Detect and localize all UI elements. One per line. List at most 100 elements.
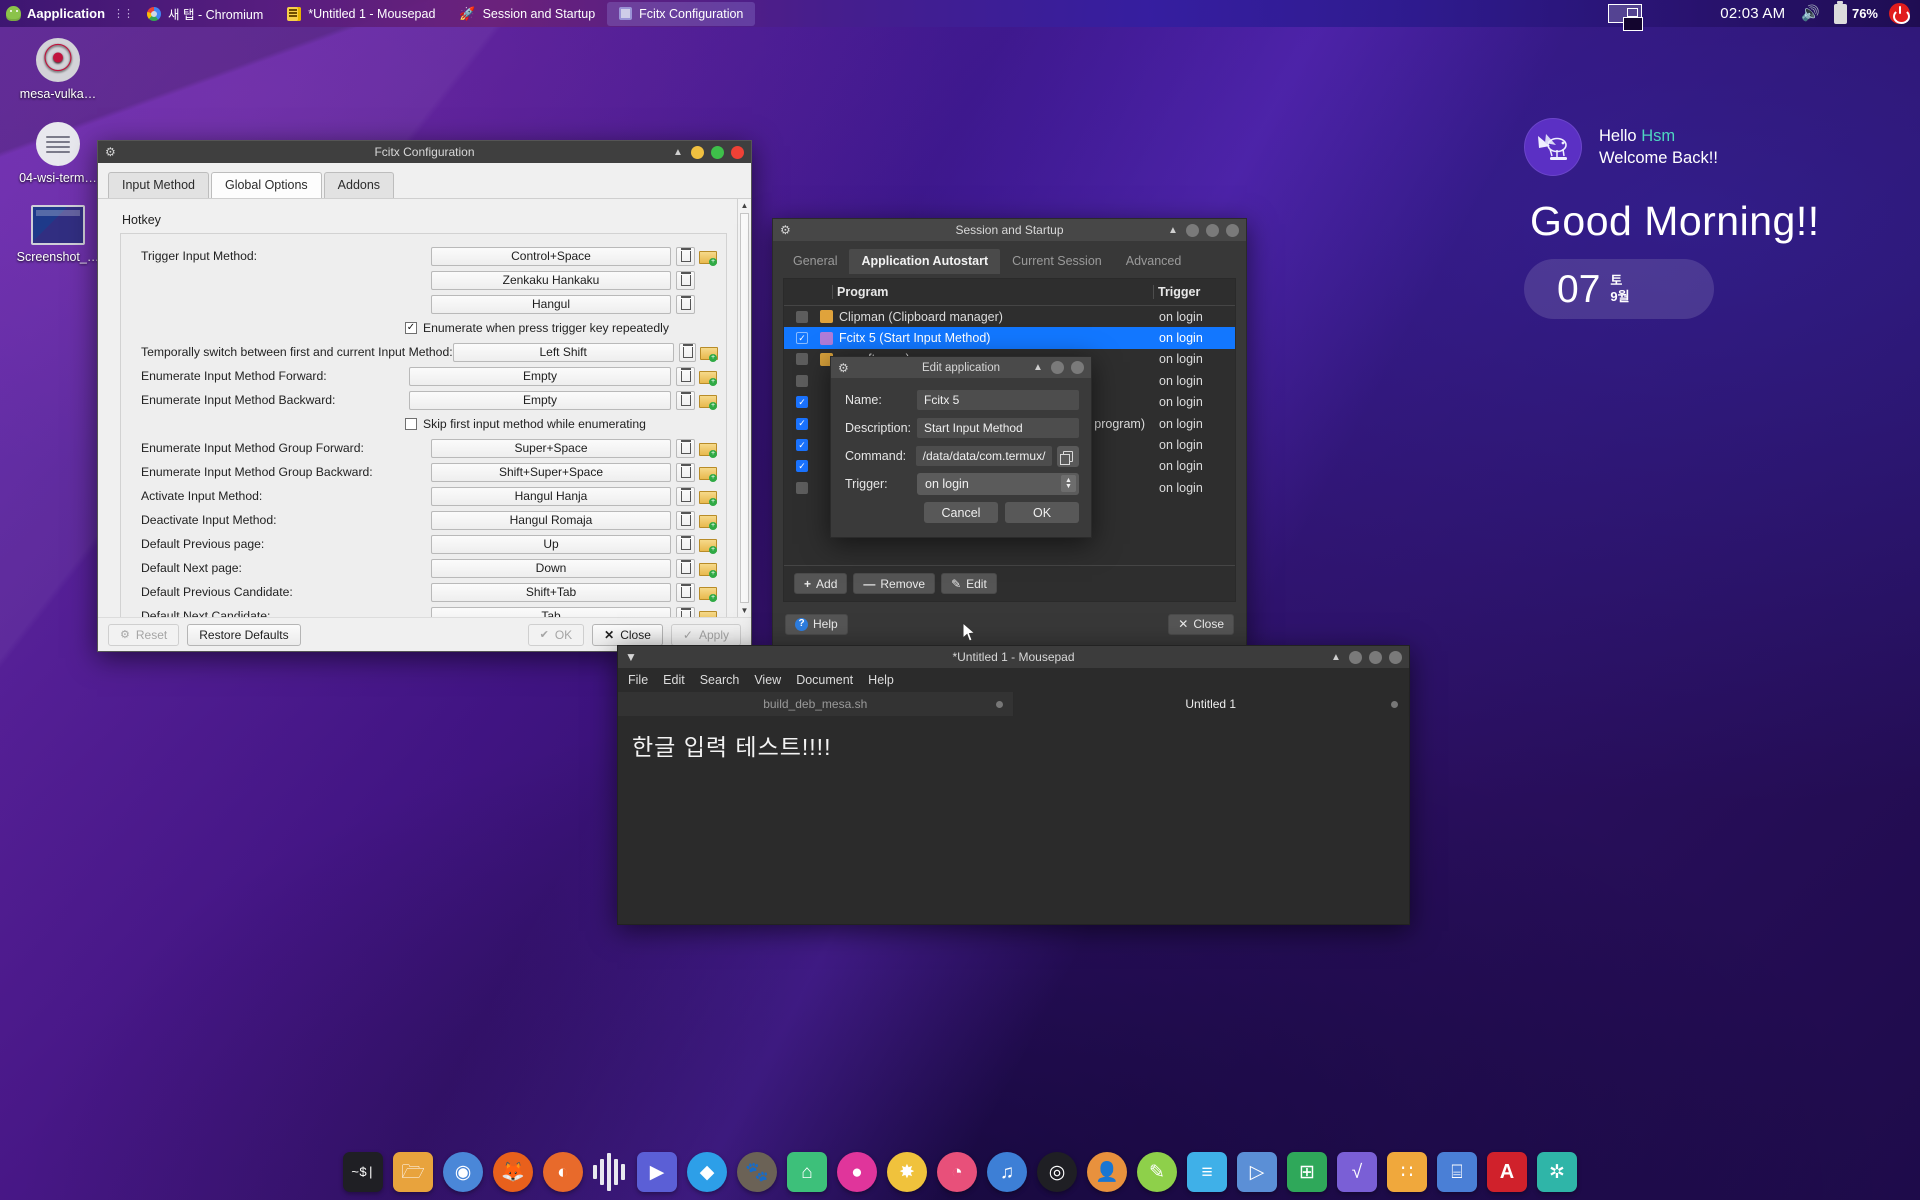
clear-hotkey-button[interactable]: [676, 606, 695, 617]
dock-item-color-picker[interactable]: ●: [837, 1152, 877, 1192]
hotkey-value-button[interactable]: Down: [431, 558, 671, 578]
dock-item-file-manager[interactable]: 🗁: [393, 1152, 433, 1192]
clear-hotkey-button[interactable]: [676, 438, 695, 458]
apply-button[interactable]: ✓ Apply: [670, 623, 741, 646]
clear-hotkey-button[interactable]: [676, 390, 695, 410]
dock-item-media-player[interactable]: ▶: [637, 1152, 677, 1192]
add-hotkey-icon[interactable]: [699, 369, 717, 386]
close-button[interactable]: [1389, 650, 1402, 664]
row-checkbox[interactable]: ✓: [796, 396, 808, 409]
window-titlebar[interactable]: ⚙ Session and Startup ▲: [773, 219, 1246, 241]
shade-icon[interactable]: ▲: [1330, 652, 1342, 663]
row-checkbox[interactable]: [796, 310, 808, 323]
tab-addons[interactable]: Addons: [323, 172, 395, 198]
add-hotkey-icon[interactable]: [699, 513, 717, 530]
close-button[interactable]: [731, 145, 744, 159]
maximize-button[interactable]: [1369, 650, 1382, 664]
add-hotkey-icon[interactable]: [699, 609, 717, 617]
dock-item-palette[interactable]: ◔: [937, 1152, 977, 1192]
add-hotkey-icon[interactable]: [699, 249, 717, 266]
maximize-button[interactable]: [711, 145, 724, 159]
clear-hotkey-button[interactable]: [676, 462, 695, 482]
ok-button[interactable]: OK: [1005, 502, 1079, 523]
scrollbar-thumb[interactable]: [740, 213, 749, 603]
clear-hotkey-button[interactable]: [678, 342, 697, 362]
ok-button[interactable]: ✔ OK: [527, 623, 585, 646]
list-item-selected[interactable]: ✓ Fcitx 5 (Start Input Method) on login: [784, 327, 1235, 349]
add-hotkey-icon[interactable]: [699, 489, 717, 506]
mousepad-text-area[interactable]: 한글 입력 테스트!!!!: [618, 716, 1409, 774]
desktop-icon-wsi-term[interactable]: 04-wsi-term…: [8, 122, 108, 186]
tab-build-deb-mesa[interactable]: build_deb_mesa.sh: [618, 692, 1014, 716]
command-field[interactable]: /data/data/com.termux/: [915, 446, 1053, 466]
menu-file[interactable]: File: [628, 673, 648, 687]
menu-view[interactable]: View: [754, 673, 781, 687]
desktop-icon-screenshot[interactable]: Screenshot_…: [8, 205, 108, 265]
add-hotkey-icon[interactable]: [699, 585, 717, 602]
close-button[interactable]: [1226, 223, 1239, 237]
minimize-button[interactable]: [1349, 650, 1362, 664]
fcitx-vertical-scrollbar[interactable]: ▲ ▼: [737, 199, 751, 617]
tab-general[interactable]: General: [781, 249, 849, 274]
cancel-button[interactable]: Cancel: [924, 502, 998, 523]
clear-hotkey-button[interactable]: [676, 582, 695, 602]
close-button-footer[interactable]: ✕ Close: [1168, 613, 1234, 635]
add-hotkey-icon[interactable]: [700, 345, 718, 362]
dock-item-pdf-reader[interactable]: A: [1487, 1152, 1527, 1192]
column-header-trigger[interactable]: Trigger: [1153, 285, 1225, 299]
clear-hotkey-button[interactable]: [676, 294, 695, 314]
desktop-icon-mesa-vulkan[interactable]: ⦿ mesa-vulka…: [8, 38, 108, 102]
dock-item-audio-bars[interactable]: [593, 1153, 627, 1191]
hotkey-value-button[interactable]: Control+Space: [431, 246, 671, 266]
power-icon[interactable]: [1889, 3, 1910, 24]
shade-icon[interactable]: ▲: [1032, 362, 1044, 373]
tab-close-dot[interactable]: [995, 700, 1003, 708]
description-field[interactable]: Start Input Method: [917, 418, 1079, 438]
panel-clock[interactable]: 02:03 AM: [1714, 5, 1794, 22]
shade-icon[interactable]: ▲: [1167, 225, 1179, 236]
tab-global-options[interactable]: Global Options: [210, 172, 322, 198]
minimize-button[interactable]: [691, 145, 704, 159]
reset-button[interactable]: ⚙ Reset: [108, 623, 180, 646]
column-header-program[interactable]: Program: [832, 285, 1153, 299]
tab-input-method[interactable]: Input Method: [108, 172, 209, 198]
clear-hotkey-button[interactable]: [676, 246, 695, 266]
tab-current-session[interactable]: Current Session: [1000, 249, 1114, 274]
taskbar-item-chromium[interactable]: 새 탭 - Chromium: [135, 0, 275, 27]
application-menu-button[interactable]: Aapplication: [0, 0, 113, 27]
dock-item-video[interactable]: ▷: [1237, 1152, 1277, 1192]
hotkey-value-button[interactable]: Shift+Tab: [431, 582, 671, 602]
dock-item-home-app[interactable]: ⌂: [787, 1152, 827, 1192]
hotkey-value-button[interactable]: Hangul: [431, 294, 671, 314]
hotkey-value-button[interactable]: Tab: [431, 606, 671, 617]
taskbar-item-session-startup[interactable]: 🚀 Session and Startup: [447, 0, 607, 27]
add-button[interactable]: + Add: [794, 573, 848, 594]
hotkey-value-button[interactable]: Hangul Hanja: [431, 486, 671, 506]
name-field[interactable]: Fcitx 5: [917, 390, 1079, 410]
close-button[interactable]: [1071, 361, 1084, 374]
dock-item-chromium[interactable]: ◉: [443, 1152, 483, 1192]
hotkey-value-button[interactable]: Super+Space: [431, 438, 671, 458]
workspace-pager[interactable]: [1598, 0, 1652, 31]
clear-hotkey-button[interactable]: [676, 534, 695, 554]
dialog-titlebar[interactable]: ⚙ Edit application ▲: [831, 357, 1091, 378]
add-hotkey-icon[interactable]: [699, 537, 717, 554]
clear-hotkey-button[interactable]: [676, 270, 695, 290]
maximize-button[interactable]: [1206, 223, 1219, 237]
dock-item-database[interactable]: ⌸: [1437, 1152, 1477, 1192]
dock-item-settings-sync[interactable]: ✲: [1537, 1152, 1577, 1192]
window-titlebar[interactable]: ▼ *Untitled 1 - Mousepad ▲: [618, 646, 1409, 668]
dock-item-math[interactable]: √: [1337, 1152, 1377, 1192]
scroll-down-arrow[interactable]: ▼: [741, 606, 749, 615]
minimize-button[interactable]: [1186, 223, 1199, 237]
row-checkbox[interactable]: ✓: [796, 460, 808, 473]
add-hotkey-icon[interactable]: [699, 441, 717, 458]
speaker-icon[interactable]: 🔊: [1794, 6, 1827, 21]
taskbar-item-mousepad[interactable]: *Untitled 1 - Mousepad: [275, 0, 447, 27]
scroll-up-arrow[interactable]: ▲: [741, 201, 749, 210]
list-item[interactable]: Clipman (Clipboard manager) on login: [784, 306, 1235, 327]
dock-item-headphones[interactable]: ♫: [987, 1152, 1027, 1192]
dock-item-apps-grid[interactable]: ∷: [1387, 1152, 1427, 1192]
hotkey-value-button[interactable]: Zenkaku Hankaku: [431, 270, 671, 290]
restore-defaults-button[interactable]: Restore Defaults: [187, 623, 301, 646]
